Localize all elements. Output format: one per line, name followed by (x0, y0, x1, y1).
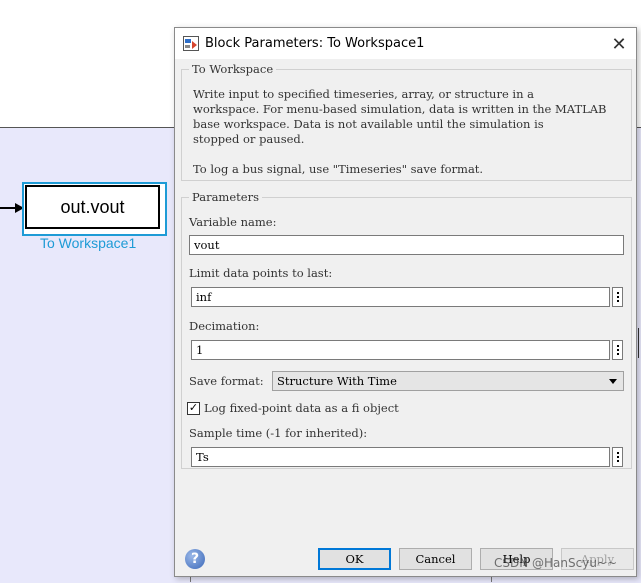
sample-time-label: Sample time (-1 for inherited): (189, 426, 368, 440)
close-icon[interactable]: ✕ (606, 32, 632, 56)
save-format-label: Save format: (189, 374, 264, 388)
more-options-icon[interactable] (612, 340, 623, 360)
save-format-value: Structure With Time (277, 374, 397, 388)
variable-name-input[interactable]: vout (189, 235, 624, 255)
block-text: out.vout (60, 196, 125, 217)
help-icon[interactable]: ? (185, 549, 205, 569)
dialog-title: Block Parameters: To Workspace1 (205, 36, 425, 51)
watermark: CSDN @HanScyu~~ (494, 556, 618, 570)
more-options-icon[interactable] (612, 287, 623, 307)
limit-data-points-input[interactable]: inf (191, 287, 610, 307)
block-parameters-dialog: Block Parameters: To Workspace1 ✕ To Wor… (174, 27, 637, 577)
variable-name-label: Variable name: (189, 215, 277, 229)
decimation-input[interactable]: 1 (191, 340, 610, 360)
block-name-label[interactable]: To Workspace1 (40, 235, 150, 251)
bus-signal-note: To log a bus signal, use "Timeseries" sa… (193, 162, 484, 176)
save-format-select[interactable]: Structure With Time (272, 371, 624, 391)
cancel-button[interactable]: Cancel (399, 548, 472, 570)
parameters-title: Parameters (189, 190, 262, 204)
section-title: To Workspace (189, 62, 277, 76)
ok-button[interactable]: OK (318, 548, 391, 570)
limit-data-points-label: Limit data points to last: (189, 266, 333, 280)
block-description: Write input to specified timeseries, arr… (193, 87, 607, 146)
decimation-label: Decimation: (189, 319, 260, 333)
log-fixed-point-checkbox[interactable]: ✓ (187, 402, 200, 415)
block-parameters-icon (183, 36, 199, 51)
dialog-titlebar[interactable]: Block Parameters: To Workspace1 ✕ (175, 28, 636, 59)
sample-time-input[interactable]: Ts (191, 447, 610, 467)
block-description-group: To Workspace Write input to specified ti… (181, 62, 632, 181)
to-workspace-block[interactable]: out.vout (25, 185, 160, 229)
more-options-icon[interactable] (612, 447, 623, 467)
chevron-down-icon (609, 379, 617, 384)
log-fixed-point-label[interactable]: Log fixed-point data as a fi object (204, 401, 399, 415)
